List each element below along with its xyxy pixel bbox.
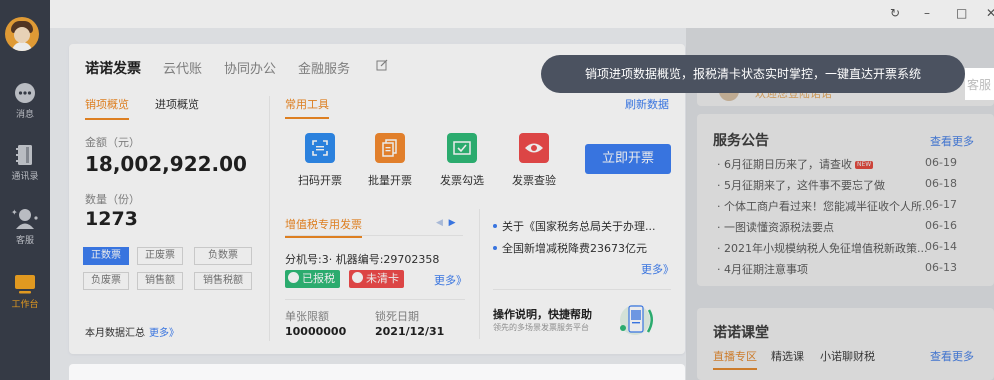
- refresh-icon[interactable]: ↻: [890, 6, 900, 20]
- sidebar-item-label: 通讯录: [11, 172, 39, 182]
- info-icon: [352, 272, 363, 283]
- news-item[interactable]: 全国新增减税降费23673亿元: [493, 240, 647, 256]
- help-title[interactable]: 操作说明，快捷帮助: [493, 306, 592, 322]
- tool-label: 扫码开票: [298, 174, 342, 187]
- issue-invoice-button[interactable]: 立即开票: [585, 144, 671, 174]
- monthly-summary: 本月数据汇总 更多》: [85, 324, 179, 339]
- deadline-value: 2021/12/31: [375, 325, 445, 338]
- divider: [269, 96, 270, 341]
- message-icon: [15, 83, 35, 103]
- tool-invoice-select[interactable]: 发票勾选: [432, 133, 492, 188]
- vat-branch-info: 分机号:3· 机器编号:29702358: [285, 253, 440, 266]
- sidebar-item-label: 客服: [15, 236, 34, 246]
- prev-arrow-icon[interactable]: ◀: [436, 218, 443, 228]
- divider: [285, 235, 463, 236]
- divider: [479, 209, 480, 339]
- divider: [493, 289, 671, 290]
- sidebar-item-workbench[interactable]: 工作台: [0, 274, 50, 324]
- title-bar: ↻ – □ ✕: [50, 0, 994, 28]
- contacts-icon: [16, 145, 32, 165]
- tab-input-overview[interactable]: 进项概览: [155, 96, 199, 120]
- tools-title: 常用工具: [285, 96, 329, 119]
- amount-label: 金额（元）: [85, 136, 140, 149]
- sidebar-item-label: 消息: [15, 110, 34, 120]
- guide-tooltip: 销项进项数据概览，报税清卡状态实时掌控，一键直达开票系统: [541, 55, 965, 93]
- sidebar: 消息 通讯录 ✦ 客服 工作台: [0, 0, 50, 380]
- limit-label: 单张限额: [285, 310, 329, 323]
- batch-icon: [375, 133, 405, 163]
- main-tabs: 诺诺发票 云代账 协同办公 金融服务: [85, 58, 372, 78]
- tool-batch-invoice[interactable]: 批量开票: [360, 133, 420, 188]
- not-cleared-label: 未清卡: [366, 272, 399, 285]
- refresh-data-link[interactable]: 刷新数据: [625, 96, 669, 112]
- chip-negative-invoice[interactable]: 负数票: [194, 247, 252, 265]
- tab-nuonuo-invoice[interactable]: 诺诺发票: [85, 58, 141, 78]
- amount-value: 18,002,922.00: [85, 152, 247, 176]
- user-avatar[interactable]: [5, 17, 39, 51]
- check-icon: [288, 272, 299, 283]
- monthly-summary-label: 本月数据汇总: [85, 328, 145, 339]
- help-subtitle: 领先的多场景发票服务平台: [493, 323, 589, 332]
- tool-scan-invoice[interactable]: 扫码开票: [290, 133, 350, 188]
- tool-label: 发票查验: [512, 174, 556, 187]
- news-text: 关于《国家税务总局关于办理...: [502, 220, 656, 233]
- vat-pager: ◀ ▶: [436, 218, 456, 228]
- tab-output-overview[interactable]: 销项概览: [85, 96, 129, 120]
- next-arrow-icon[interactable]: ▶: [449, 218, 456, 228]
- tab-collaboration[interactable]: 协同办公: [224, 58, 276, 78]
- customer-service-icon: ✦: [11, 208, 38, 229]
- tool-invoice-verify[interactable]: 发票查验: [504, 133, 564, 188]
- maximize-icon[interactable]: □: [956, 6, 967, 20]
- deadline-label: 锁死日期: [375, 310, 419, 323]
- tab-cloud-bookkeeping[interactable]: 云代账: [163, 58, 202, 78]
- overview-subtabs: 销项概览 进项概览: [85, 96, 225, 120]
- chip-negative-void[interactable]: 负废票: [83, 272, 129, 290]
- sidebar-item-label: 工作台: [11, 300, 39, 310]
- sidebar-item-messages[interactable]: 消息: [0, 82, 50, 132]
- monthly-more-link[interactable]: 更多》: [149, 328, 179, 339]
- reported-label: 已报税: [302, 272, 335, 285]
- tool-label: 发票勾选: [440, 174, 484, 187]
- news-item[interactable]: 关于《国家税务总局关于办理...: [493, 218, 656, 234]
- chip-positive-void[interactable]: 正废票: [137, 247, 183, 265]
- next-card: [69, 364, 685, 380]
- phone-help-illustration: [620, 305, 653, 335]
- count-label: 数量（份）: [85, 193, 140, 206]
- chip-sales-amount[interactable]: 销售额: [137, 272, 183, 290]
- workbench-icon: [15, 275, 35, 294]
- reported-badge: 已报税: [285, 270, 340, 288]
- divider: [285, 299, 465, 300]
- news-more-link[interactable]: 更多》: [641, 261, 674, 277]
- sidebar-item-customer-service[interactable]: ✦ 客服: [0, 206, 50, 256]
- svg-text:✦: ✦: [11, 208, 18, 217]
- minimize-icon[interactable]: –: [924, 6, 930, 20]
- vat-more-link[interactable]: 更多》: [434, 272, 467, 288]
- count-value: 1273: [85, 208, 138, 230]
- chip-positive-invoice[interactable]: 正数票: [83, 247, 129, 265]
- tab-finance[interactable]: 金融服务: [298, 58, 350, 78]
- edit-icon[interactable]: [376, 59, 388, 71]
- limit-value: 10000000: [285, 325, 347, 338]
- eye-icon: [519, 133, 549, 163]
- check-envelope-icon: [447, 133, 477, 163]
- tool-label: 批量开票: [368, 174, 412, 187]
- chip-sales-tax[interactable]: 销售税额: [194, 272, 252, 290]
- customer-service-edge-label[interactable]: 客服: [967, 76, 991, 93]
- not-cleared-badge: 未清卡: [349, 270, 404, 288]
- close-icon[interactable]: ✕: [986, 6, 994, 20]
- sidebar-item-contacts[interactable]: 通讯录: [0, 144, 50, 194]
- scan-icon: [305, 133, 335, 163]
- news-text: 全国新增减税降费23673亿元: [502, 242, 647, 255]
